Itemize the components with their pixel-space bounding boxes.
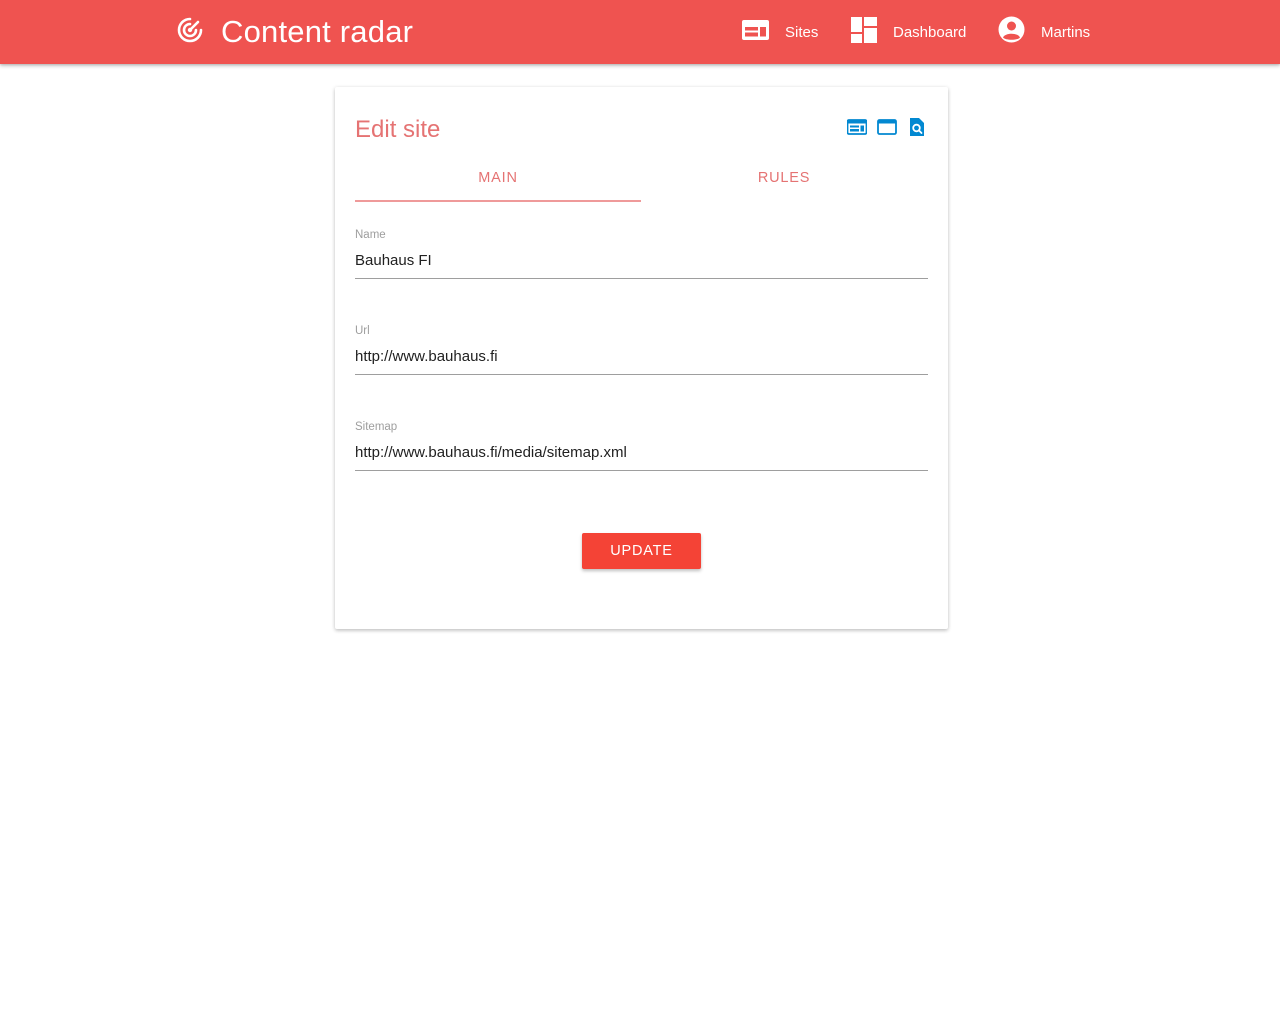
nav-sites-label: Sites <box>785 23 819 41</box>
name-label: Name <box>355 229 386 241</box>
brand[interactable]: Content radar <box>176 14 413 50</box>
edit-site-card: Edit site MAIN RULES Name Bauhaus FI Url… <box>335 87 948 629</box>
app-title: Content radar <box>221 14 414 49</box>
app-bar: Content radar Sites Dashboard Martins <box>0 0 1280 64</box>
tab-bar: MAIN RULES <box>355 163 928 203</box>
nav-user-label: Martins <box>1041 23 1091 41</box>
sitemap-label: Sitemap <box>355 421 398 433</box>
nav-dashboard[interactable]: Dashboard <box>851 0 966 64</box>
name-field: Name <box>355 229 928 293</box>
nav-user[interactable]: Martins <box>998 0 1090 64</box>
url-input[interactable] <box>355 339 928 375</box>
name-input[interactable] <box>355 243 928 279</box>
tab-indicator <box>355 200 641 202</box>
tab-main[interactable]: MAIN <box>355 163 641 203</box>
web-icon <box>742 19 769 45</box>
nav-dashboard-label: Dashboard <box>893 23 967 41</box>
url-field: Url <box>355 325 928 389</box>
page-title: Edit site <box>355 116 441 143</box>
account-circle-icon <box>998 16 1025 48</box>
browser-window-icon[interactable] <box>877 117 897 137</box>
sitemap-field: Sitemap <box>355 421 928 485</box>
web-icon[interactable] <box>846 117 868 137</box>
sitemap-input[interactable] <box>355 435 928 471</box>
update-button[interactable]: UPDATE <box>582 533 701 569</box>
nav-sites[interactable]: Sites <box>742 0 818 64</box>
tab-rules[interactable]: RULES <box>641 163 927 203</box>
card-actions <box>846 117 927 137</box>
url-label: Url <box>355 325 370 337</box>
find-in-page-icon[interactable] <box>907 117 927 137</box>
dashboard-icon <box>851 16 877 48</box>
radar-icon <box>176 16 204 49</box>
